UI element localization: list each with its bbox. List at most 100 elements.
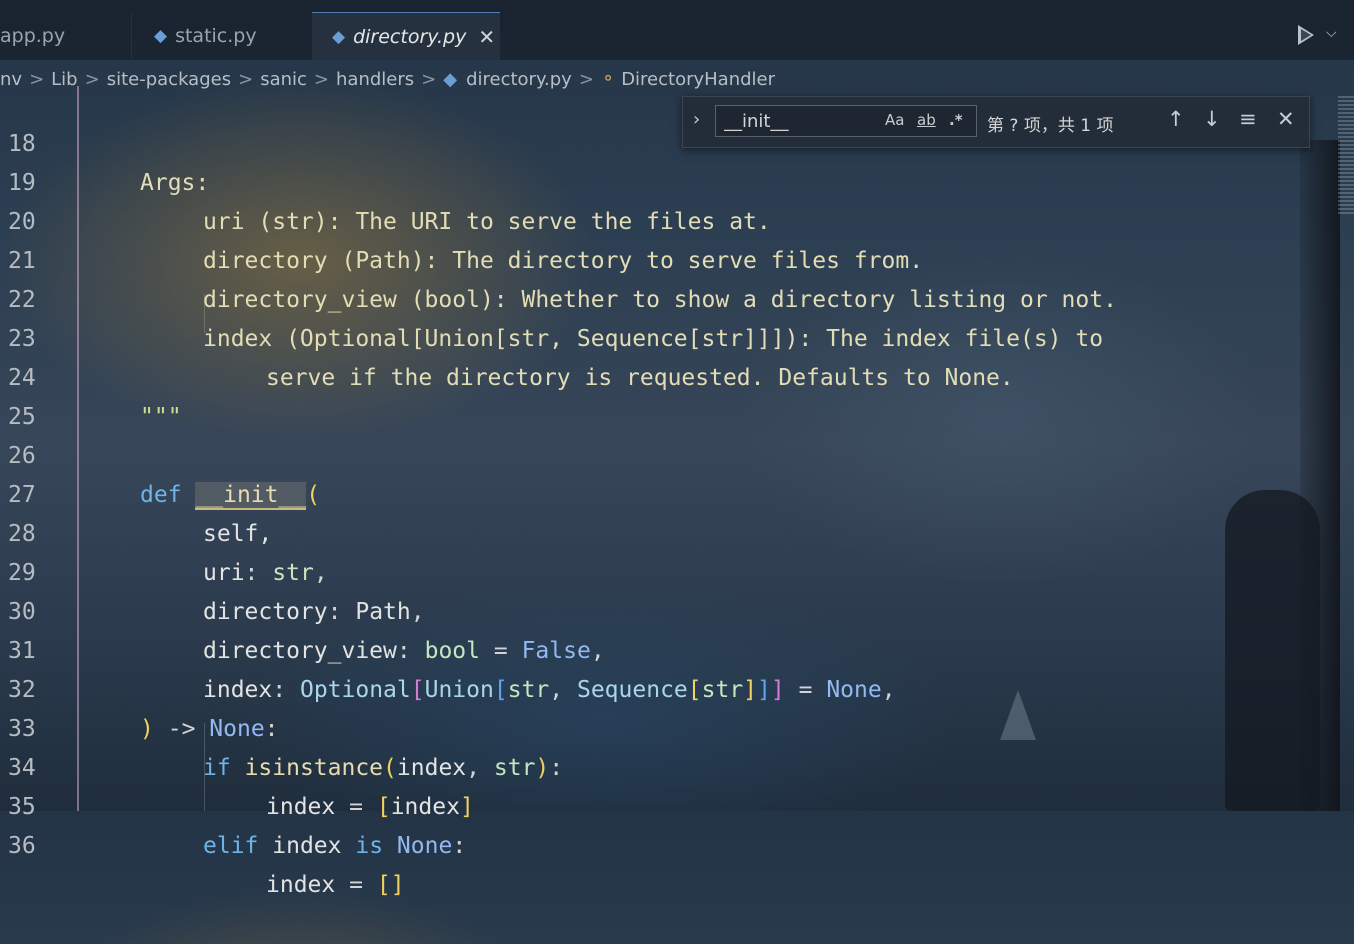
- operator: :: [396, 638, 411, 664]
- operator: =: [349, 872, 363, 898]
- bracket: [: [376, 794, 391, 820]
- close-tab-icon[interactable]: ✕: [478, 25, 495, 49]
- code-text: directory_view: bool = False,: [203, 632, 605, 671]
- type-name: str: [507, 677, 550, 703]
- bracket: ]: [390, 872, 405, 898]
- code-line: 29 directory: Path,: [0, 515, 425, 625]
- python-icon: ◆: [332, 26, 346, 47]
- bracket: ]: [770, 677, 785, 703]
- operator: ->: [167, 716, 196, 742]
- param-name: uri: [203, 560, 245, 586]
- regex-icon[interactable]: .*: [949, 111, 963, 129]
- code-text: uri: str,: [203, 554, 328, 593]
- keyword: if: [203, 755, 231, 781]
- operator: ,: [313, 560, 328, 586]
- bracket: ]: [743, 677, 758, 703]
- type-name: str: [272, 560, 314, 586]
- code-text: index = []: [266, 866, 405, 905]
- code-line: 33 if isinstance(index, str):: [0, 671, 563, 781]
- constant: None: [209, 716, 265, 742]
- next-match-icon[interactable]: ↓: [1203, 107, 1221, 131]
- param-name: directory: [203, 599, 328, 625]
- code-text: index: Optional[Union[str, Sequence[str]…: [203, 671, 896, 710]
- previous-match-icon[interactable]: ↑: [1167, 107, 1185, 131]
- code-text: index (Optional[Union[str, Sequence[str]…: [203, 326, 1104, 352]
- operator: ,: [549, 677, 564, 703]
- code-text: directory: Path,: [203, 593, 425, 632]
- code-line: 26 def __init__(: [0, 398, 320, 510]
- type-name: Sequence: [576, 677, 688, 703]
- code-line: 19 uri (str): The URI to serve the files…: [0, 125, 771, 235]
- variable: index: [396, 755, 467, 781]
- code-text: directory_view (bool): Whether to show a…: [203, 287, 1117, 313]
- code-text: uri (str): The URI to serve the files at…: [203, 209, 771, 235]
- code-line: 20 directory (Path): The directory to se…: [0, 164, 923, 274]
- bracket: (: [383, 755, 397, 781]
- bracket: ): [535, 755, 550, 781]
- variable: index: [266, 794, 336, 820]
- match-whole-word-icon[interactable]: ab: [917, 111, 936, 129]
- find-input[interactable]: [715, 105, 977, 137]
- variable: index: [266, 872, 336, 898]
- constant: None: [826, 677, 882, 703]
- code-text: ) -> None:: [140, 710, 279, 749]
- run-python-file-icon[interactable]: [1298, 25, 1314, 45]
- code-editor[interactable]: 18 Args: 19 uri (str): The URI to serve …: [0, 86, 1354, 898]
- operator: ,: [410, 599, 425, 625]
- operator: :: [327, 599, 342, 625]
- tab-static-py[interactable]: ◆ static.py: [131, 12, 311, 60]
- python-icon: ◆: [154, 26, 168, 46]
- type-name: Union: [424, 677, 494, 703]
- code-line: 25: [0, 359, 55, 430]
- close-icon[interactable]: ✕: [1277, 107, 1295, 131]
- tab-directory-py[interactable]: ◆ directory.py ✕: [312, 12, 500, 60]
- code-text: serve if the directory is requested. Def…: [266, 365, 1014, 391]
- match-count: 第 ? 项，共 1 项: [987, 116, 1114, 136]
- code-text: index = [index]: [266, 788, 474, 827]
- code-line: 28 uri: str,: [0, 476, 328, 586]
- param-name: directory_view: [203, 638, 397, 664]
- operator: ,: [881, 677, 896, 703]
- code-text: elif index is None:: [203, 827, 466, 866]
- code-line: 35 elif index is None:: [0, 749, 466, 859]
- toggle-replace-icon[interactable]: ›: [693, 109, 700, 130]
- code-line: 27 self,: [0, 437, 272, 547]
- function-name: isinstance: [244, 755, 384, 781]
- code-text: self,: [203, 521, 273, 547]
- code-text: directory (Path): The directory to serve…: [203, 248, 924, 274]
- operator: =: [798, 677, 813, 703]
- code-line: 34 index = [index]: [0, 710, 474, 820]
- editor-tab-bar: app.py ◆ static.py ◆ directory.py ✕ ⌵: [0, 0, 1354, 60]
- code-line: 18 Args:: [0, 86, 209, 196]
- keyword: def: [140, 482, 182, 508]
- bracket: [: [687, 677, 702, 703]
- code-line: 30 directory_view: bool = False,: [0, 554, 605, 664]
- find-in-selection-icon[interactable]: ≡: [1239, 107, 1257, 131]
- code-line: 23 serve if the directory is requested. …: [0, 281, 1014, 391]
- operator: :: [549, 755, 564, 781]
- minimap[interactable]: [1338, 96, 1354, 216]
- operator: :: [272, 677, 287, 703]
- code-text: if isinstance(index, str):: [203, 749, 563, 788]
- match-case-icon[interactable]: Aa: [885, 111, 904, 129]
- operator: :: [264, 716, 279, 742]
- type-name: str: [493, 755, 536, 781]
- tab-label: app.py: [0, 25, 66, 47]
- code-line: 24 """: [0, 320, 182, 430]
- function-name-highlight: __init__: [195, 482, 307, 510]
- bracket: ]: [459, 794, 474, 820]
- type-name: Path: [355, 599, 411, 625]
- operator: =: [349, 794, 363, 820]
- type-name: str: [701, 677, 744, 703]
- bracket: [: [376, 872, 391, 898]
- keyword: is: [355, 833, 384, 859]
- operator: =: [493, 638, 508, 664]
- chevron-down-icon[interactable]: ⌵: [1326, 25, 1337, 41]
- tab-app-py[interactable]: app.py: [0, 12, 130, 60]
- line-number: 36: [8, 833, 36, 859]
- keyword: elif: [203, 833, 259, 859]
- constant: None: [396, 833, 453, 859]
- code-text: Args:: [140, 170, 210, 196]
- code-text: """: [140, 404, 182, 430]
- gutter-indicator: [77, 86, 79, 811]
